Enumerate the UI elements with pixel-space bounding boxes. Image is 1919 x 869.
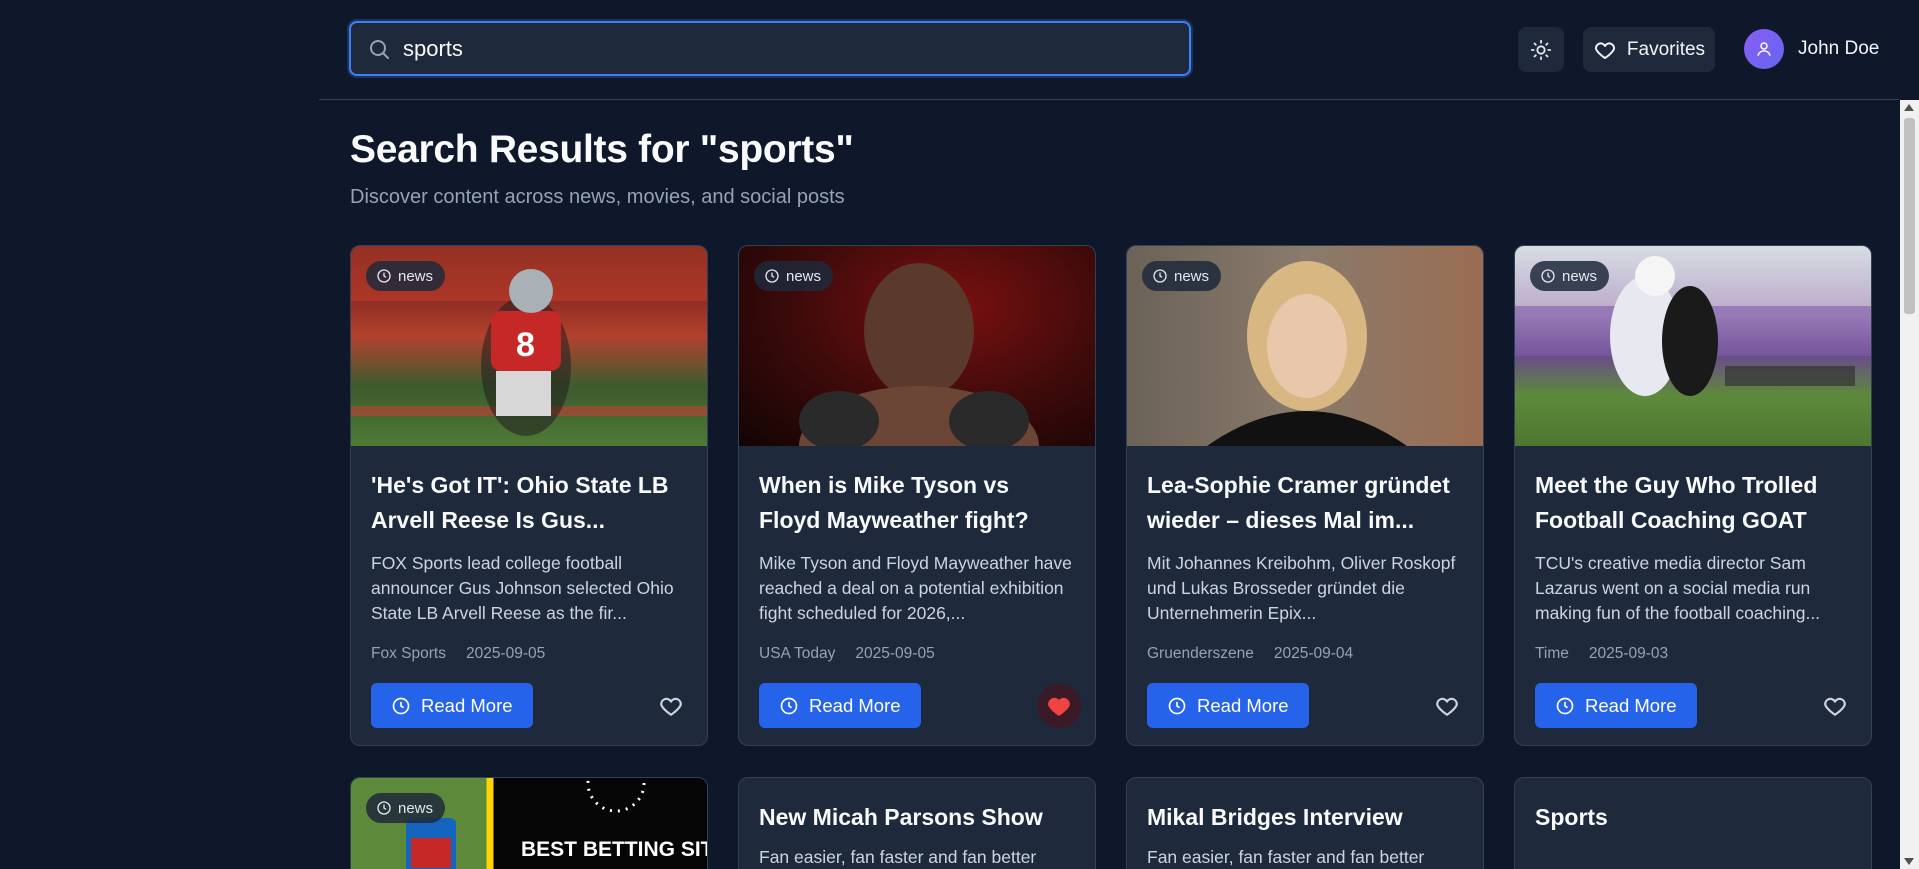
read-more-button[interactable]: Read More [371, 683, 533, 728]
page-subtitle: Discover content across news, movies, an… [350, 186, 845, 208]
card-date: 2025-09-05 [465, 645, 546, 662]
favorites-label: Favorites [1626, 38, 1706, 60]
scroll-down-arrow[interactable] [1904, 858, 1914, 865]
card-description: Fan easier, fan faster and fan better [1147, 847, 1425, 867]
search-input[interactable] [403, 35, 1163, 62]
category-badge: news [754, 261, 834, 291]
card-title[interactable]: When is Mike Tyson vs Floyd Mayweather f… [759, 468, 1075, 538]
movie-card[interactable]: Sports [1514, 777, 1872, 869]
card-meta: USA Today 2025-09-05 [759, 645, 1075, 663]
card-title[interactable]: New Micah Parsons Show [759, 800, 1075, 835]
badge-label: news [398, 267, 434, 285]
news-card[interactable]: news Meet the Guy Who Trolled Football C… [1514, 245, 1872, 746]
top-bar: Favorites John Doe [319, 0, 1899, 100]
news-card[interactable]: BEST BETTING SITES news [350, 777, 708, 869]
read-more-button[interactable]: Read More [1535, 683, 1697, 728]
card-source: Time [1535, 645, 1569, 662]
clock-icon [765, 269, 779, 283]
news-card[interactable]: 8 news 'He's Got IT': Ohio State LB Arve… [350, 245, 708, 746]
card-image-football: 8 news [351, 246, 707, 446]
read-more-label: Read More [1197, 694, 1289, 716]
badge-label: news [1174, 267, 1210, 285]
card-description: FOX Sports lead college football announc… [371, 553, 674, 623]
card-meta: Fox Sports 2025-09-05 [371, 645, 687, 663]
user-name: John Doe [1798, 38, 1880, 59]
category-badge: news [366, 261, 446, 291]
card-source: Fox Sports [371, 645, 446, 662]
card-title[interactable]: Sports [1535, 800, 1851, 835]
clock-icon [377, 801, 391, 815]
heart-filled-icon [1048, 697, 1070, 716]
card-date: 2025-09-03 [1588, 645, 1669, 662]
user-icon [1757, 42, 1771, 56]
card-source: USA Today [759, 645, 836, 662]
clock-icon [1168, 697, 1186, 714]
heart-outline-icon [1824, 697, 1846, 716]
card-meta: Time 2025-09-03 [1535, 645, 1851, 663]
read-more-label: Read More [809, 694, 901, 716]
card-description: Mit Johannes Kreibohm, Oliver Roskopf un… [1147, 553, 1456, 623]
search-icon [370, 39, 389, 59]
card-image-boxer: news [739, 246, 1095, 446]
card-title[interactable]: Lea-Sophie Cramer gründet wieder – diese… [1147, 468, 1463, 538]
card-description: Mike Tyson and Floyd Mayweather have rea… [759, 553, 1072, 623]
heart-outline-icon [660, 697, 682, 716]
page-title: Search Results for "sports" [350, 128, 854, 171]
category-badge: news [366, 793, 446, 823]
card-date: 2025-09-05 [855, 645, 935, 662]
favorite-toggle[interactable] [649, 684, 693, 728]
card-description: TCU's creative media director Sam Lazaru… [1535, 553, 1821, 623]
avatar [1744, 29, 1784, 69]
search-bar[interactable] [349, 21, 1191, 76]
theme-toggle-button[interactable] [1518, 27, 1564, 72]
category-badge: news [1530, 261, 1610, 291]
read-more-label: Read More [1585, 694, 1677, 716]
svg-text:8: 8 [516, 326, 535, 364]
card-title[interactable]: Mikal Bridges Interview [1147, 800, 1463, 835]
sun-icon [1530, 39, 1552, 60]
badge-label: news [1562, 267, 1598, 285]
scroll-up-arrow[interactable] [1904, 104, 1914, 111]
scroll-thumb[interactable] [1904, 118, 1915, 314]
card-description: Fan easier, fan faster and fan better [759, 847, 1037, 867]
favorite-toggle[interactable] [1425, 684, 1469, 728]
clock-icon [1153, 269, 1167, 283]
read-more-button[interactable]: Read More [759, 683, 921, 728]
category-badge: news [1142, 261, 1222, 291]
clock-icon [780, 697, 798, 714]
card-image-portrait: news [1127, 246, 1483, 446]
video-card[interactable]: Mikal Bridges Interview Fan easier, fan … [1126, 777, 1484, 869]
card-title[interactable]: 'He's Got IT': Ohio State LB Arvell Rees… [371, 468, 687, 538]
results-header: Search Results for "sports" Discover con… [350, 128, 854, 209]
card-title[interactable]: Meet the Guy Who Trolled Football Coachi… [1535, 468, 1851, 538]
favorites-button[interactable]: Favorites [1583, 27, 1715, 72]
favorite-toggle[interactable] [1813, 684, 1857, 728]
favorite-toggle[interactable] [1037, 683, 1081, 728]
clock-icon [1556, 697, 1574, 714]
news-card[interactable]: news Lea-Sophie Cramer gründet wieder – … [1126, 245, 1484, 746]
clock-icon [377, 269, 391, 283]
image-text: BEST BETTING SITES [521, 838, 707, 861]
video-card[interactable]: New Micah Parsons Show Fan easier, fan f… [738, 777, 1096, 869]
card-source: Gruenderszene [1147, 645, 1254, 662]
read-more-label: Read More [421, 694, 513, 716]
badge-label: news [786, 267, 822, 285]
user-menu[interactable]: John Doe [1744, 29, 1879, 69]
clock-icon [392, 697, 410, 714]
card-image-betting: BEST BETTING SITES news [351, 778, 707, 869]
read-more-button[interactable]: Read More [1147, 683, 1309, 728]
card-image-football-practice: news [1515, 246, 1871, 446]
card-date: 2025-09-04 [1273, 645, 1354, 662]
news-card[interactable]: news When is Mike Tyson vs Floyd Mayweat… [738, 245, 1096, 746]
heart-outline-icon [1436, 697, 1458, 716]
heart-icon [1594, 41, 1615, 59]
card-meta: Gruenderszene 2025-09-04 [1147, 645, 1463, 663]
badge-label: news [398, 799, 434, 817]
clock-icon [1541, 269, 1555, 283]
vertical-scrollbar[interactable] [1900, 100, 1919, 869]
